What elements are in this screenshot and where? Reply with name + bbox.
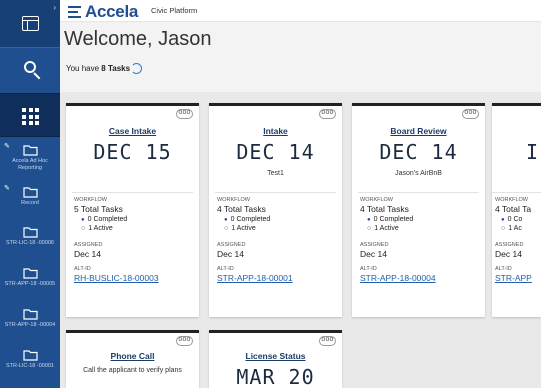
sidebar-item-label: Record <box>21 200 39 206</box>
alt-id-link[interactable]: STR-APP <box>495 273 532 283</box>
alt-id-link[interactable]: RH-BUSLIC-18-00003 <box>74 273 159 283</box>
card-title[interactable]: Intake <box>209 126 342 136</box>
task-card-intake[interactable]: ooo Intake DEC 14 Test1 WORKFLOW 4 Total… <box>209 103 342 317</box>
task-card-partial[interactable]: I WORKFLOW 4 Total Ta 0 Co 1 Ac ASSIGNED… <box>492 103 541 317</box>
workflow-completed: 0 Co <box>501 216 523 223</box>
card-title[interactable]: Phone Call <box>66 351 199 361</box>
divider <box>358 192 479 193</box>
workflow-completed: 0 Completed <box>81 216 128 223</box>
card-date: MAR 20 <box>236 365 315 388</box>
app-launcher-button[interactable] <box>0 93 60 137</box>
assigned-date: Dec 14 <box>495 249 522 259</box>
task-card-phone-call[interactable]: ooo Phone Call Call the applicant to ver… <box>66 330 199 388</box>
workflow-label: WORKFLOW <box>360 197 393 203</box>
sidebar-item-str-lic-18-00001[interactable]: STR-LIC-18 -00001 <box>0 345 60 387</box>
assigned-label: ASSIGNED <box>217 242 246 248</box>
sidebar-item-label: STR-APP-18 -00005 <box>4 281 56 287</box>
assigned-date: Dec 14 <box>217 249 244 259</box>
workflow-total: 4 Total Tasks <box>360 204 409 214</box>
sidebar-item-str-app-18-00004[interactable]: STR-APP-18 -00004 <box>0 304 60 346</box>
task-card-board-review[interactable]: ooo Board Review DEC 14 Jason's AirBnB W… <box>352 103 485 317</box>
alt-id-label: ALT-ID <box>74 266 91 272</box>
accela-logo-icon <box>68 6 83 18</box>
workflow-active: 1 Active <box>367 225 399 232</box>
card-description: Call the applicant to verify plans <box>83 367 182 374</box>
workflow-total: 4 Total Ta <box>495 204 532 214</box>
grid-icon <box>22 108 39 125</box>
card-date: DEC 14 <box>236 140 315 164</box>
card-date: DEC 15 <box>93 140 172 164</box>
more-options-icon[interactable]: ooo <box>319 336 336 346</box>
assigned-label: ASSIGNED <box>495 242 524 248</box>
welcome-title: Welcome, Jason <box>64 28 212 50</box>
tasks-count: 8 Tasks <box>101 64 131 73</box>
accela-logo[interactable]: Accela <box>68 2 138 22</box>
folder-icon <box>23 309 38 320</box>
assigned-label: ASSIGNED <box>74 242 103 248</box>
alt-id-label: ALT-ID <box>217 266 234 272</box>
workflow-completed: 0 Completed <box>224 216 271 223</box>
alt-id-link[interactable]: STR-APP-18-00004 <box>360 273 436 283</box>
sidebar-item-record[interactable]: ✎ Record <box>0 182 60 224</box>
chevron-right-icon: › <box>53 3 56 12</box>
card-subtitle: Test1 <box>267 170 284 177</box>
divider <box>215 192 336 193</box>
more-options-icon[interactable]: ooo <box>176 109 193 119</box>
sidebar-item-str-lic-18-00006[interactable]: STR-LIC-18 -00006 <box>0 222 60 264</box>
pin-icon: ✎ <box>4 185 10 192</box>
card-title[interactable]: Board Review <box>352 126 485 136</box>
layout-toggle-button[interactable]: › <box>0 0 60 48</box>
tasks-summary: You have 8 Tasks <box>66 64 131 73</box>
folder-icon <box>23 350 38 361</box>
panel-layout-icon <box>22 16 39 31</box>
sidebar: › ✎ Accela Ad Hoc Reporting ✎ Record STR… <box>0 0 60 388</box>
workflow-total: 4 Total Tasks <box>217 204 266 214</box>
alt-id-link[interactable]: STR-APP-18-00001 <box>217 273 293 283</box>
more-options-icon[interactable]: ooo <box>176 336 193 346</box>
sidebar-item-label: STR-APP-18 -00004 <box>4 322 56 328</box>
assigned-label: ASSIGNED <box>360 242 389 248</box>
card-title[interactable]: License Status <box>209 351 342 361</box>
workflow-total: 5 Total Tasks <box>74 204 123 214</box>
folder-icon <box>23 187 38 198</box>
divider <box>492 192 541 193</box>
folder-icon <box>23 145 38 156</box>
alt-id-label: ALT-ID <box>495 266 512 272</box>
pin-icon: ✎ <box>4 143 10 150</box>
search-button[interactable] <box>0 48 60 93</box>
alt-id-label: ALT-ID <box>360 266 377 272</box>
card-subtitle: Jason's AirBnB <box>395 170 442 177</box>
brand-name: Accela <box>85 2 139 21</box>
workflow-active: 1 Active <box>81 225 113 232</box>
divider <box>72 192 193 193</box>
workflow-label: WORKFLOW <box>74 197 107 203</box>
sidebar-item-str-app-18-00005[interactable]: STR-APP-18 -00005 <box>0 263 60 305</box>
refresh-icon[interactable] <box>131 63 142 74</box>
assigned-date: Dec 14 <box>360 249 387 259</box>
folder-icon <box>23 227 38 238</box>
top-bar: Accela Civic Platform <box>60 0 541 22</box>
workflow-label: WORKFLOW <box>217 197 250 203</box>
sidebar-item-label: STR-LIC-18 -00001 <box>6 363 54 369</box>
assigned-date: Dec 14 <box>74 249 101 259</box>
workflow-label: WORKFLOW <box>495 197 528 203</box>
sidebar-item-ad-hoc-reporting[interactable]: ✎ Accela Ad Hoc Reporting <box>0 140 60 182</box>
workflow-active: 1 Ac <box>501 225 522 232</box>
task-card-license-status[interactable]: ooo License Status MAR 20 <box>209 330 342 388</box>
sidebar-item-label: STR-LIC-18 -00006 <box>6 240 54 246</box>
task-card-case-intake[interactable]: ooo Case Intake DEC 15 WORKFLOW 5 Total … <box>66 103 199 317</box>
workflow-active: 1 Active <box>224 225 256 232</box>
card-date: DEC 14 <box>379 140 458 164</box>
more-options-icon[interactable]: ooo <box>462 109 479 119</box>
platform-name: Civic Platform <box>151 6 198 15</box>
sidebar-item-label: Accela Ad Hoc Reporting <box>12 158 48 171</box>
more-options-icon[interactable]: ooo <box>319 109 336 119</box>
card-title[interactable]: Case Intake <box>66 126 199 136</box>
card-date: I <box>525 140 539 164</box>
folder-icon <box>23 268 38 279</box>
workflow-completed: 0 Completed <box>367 216 414 223</box>
